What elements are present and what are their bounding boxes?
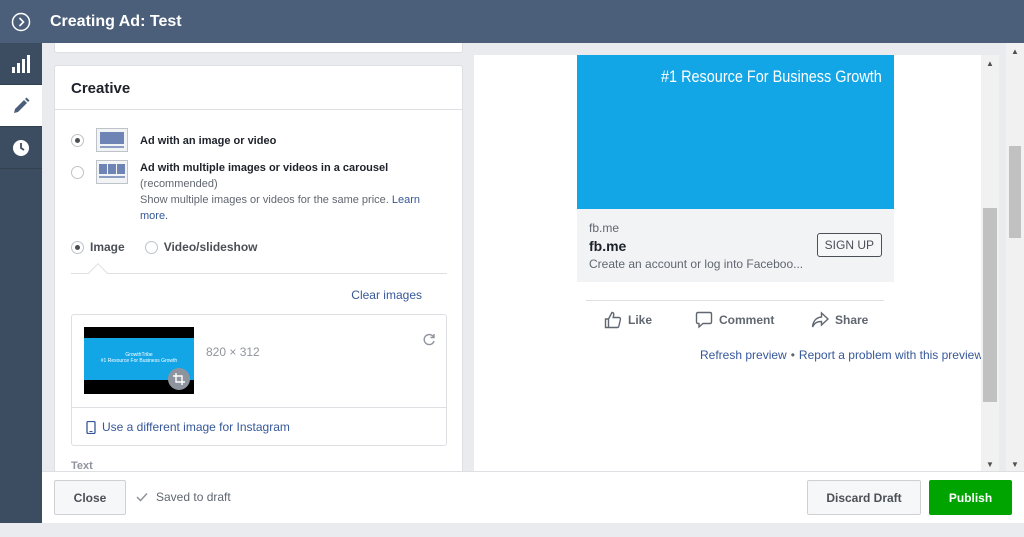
option-carousel-recommended: (recommended) bbox=[140, 178, 218, 190]
ad-preview-area: #1 Resource For Business Growth fb.me fb… bbox=[474, 55, 983, 471]
phone-icon bbox=[86, 420, 96, 434]
instagram-image-link[interactable]: Use a different image for Instagram bbox=[72, 407, 446, 446]
creative-heading: Creative bbox=[55, 66, 462, 110]
thumbs-up-icon bbox=[604, 311, 622, 329]
radio-video[interactable] bbox=[144, 240, 158, 254]
crop-icon[interactable] bbox=[168, 368, 190, 390]
report-problem-link[interactable]: Report a problem with this preview bbox=[799, 348, 983, 362]
ad-hero-image: #1 Resource For Business Growth bbox=[577, 55, 894, 209]
ad-preview: #1 Resource For Business Growth fb.me fb… bbox=[577, 55, 894, 282]
close-button[interactable]: Close bbox=[54, 480, 126, 515]
share-button[interactable]: Share bbox=[811, 311, 868, 329]
actions-divider bbox=[586, 300, 884, 301]
refresh-preview-link[interactable]: Refresh preview bbox=[700, 348, 787, 362]
option-single-label: Ad with an image or video bbox=[140, 135, 277, 147]
save-status-label: Saved to draft bbox=[156, 490, 231, 504]
sign-up-button[interactable]: SIGN UP bbox=[816, 233, 882, 257]
nav-stats[interactable] bbox=[0, 43, 42, 85]
format-selector: Image Video/slideshow bbox=[71, 240, 278, 254]
like-button[interactable]: Like bbox=[604, 311, 652, 329]
bar-chart-icon bbox=[12, 54, 30, 73]
left-nav bbox=[0, 43, 42, 537]
comment-icon bbox=[695, 311, 713, 329]
comment-label: Comment bbox=[719, 313, 775, 327]
bottom-strip bbox=[0, 523, 1024, 537]
format-video-label: Video/slideshow bbox=[163, 240, 258, 254]
preview-scroll-thumb[interactable] bbox=[983, 208, 997, 402]
footer-bar: Close Saved to draft Discard Draft Publi… bbox=[42, 471, 1024, 523]
option-carousel[interactable]: Ad with multiple images or videos in a c… bbox=[71, 160, 440, 224]
page-scrollbar[interactable]: ▲ ▼ bbox=[1006, 43, 1024, 471]
previous-panel bbox=[54, 43, 463, 53]
ad-link-info[interactable]: fb.me fb.me Create an account or log int… bbox=[577, 209, 894, 282]
clock-icon bbox=[13, 139, 29, 156]
nav-edit[interactable] bbox=[0, 85, 42, 127]
page-scroll-down-icon[interactable]: ▼ bbox=[1011, 460, 1019, 469]
scroll-up-icon[interactable]: ▲ bbox=[986, 59, 994, 68]
format-divider bbox=[71, 273, 447, 274]
share-label: Share bbox=[835, 313, 869, 327]
radio-single[interactable] bbox=[71, 134, 84, 147]
image-dimensions: 820 × 312 bbox=[206, 345, 260, 359]
publish-button[interactable]: Publish bbox=[929, 480, 1012, 515]
preview-links: Refresh preview • Report a problem with th… bbox=[700, 348, 983, 362]
share-icon bbox=[811, 311, 829, 328]
thumb-tagline: #1 Resource For Business Growth bbox=[100, 358, 178, 364]
pencil-icon bbox=[14, 97, 30, 113]
image-thumbnail[interactable]: GrowthTribe #1 Resource For Business Grow… bbox=[84, 327, 194, 394]
creative-panel: Creative Ad with an image or video Ad wi… bbox=[54, 65, 463, 471]
save-status: Saved to draft bbox=[136, 490, 231, 504]
nav-history[interactable] bbox=[0, 127, 42, 169]
radio-carousel[interactable] bbox=[71, 166, 84, 179]
top-bar: Creating Ad: Test bbox=[0, 0, 1024, 43]
discard-draft-button[interactable]: Discard Draft bbox=[807, 480, 921, 515]
scroll-down-icon[interactable]: ▼ bbox=[986, 460, 994, 469]
radio-image[interactable] bbox=[71, 240, 84, 254]
main-content: Creative Ad with an image or video Ad wi… bbox=[42, 43, 1024, 471]
option-carousel-label: Ad with multiple images or videos in a c… bbox=[140, 162, 389, 174]
ad-tagline: #1 Resource For Business Growth bbox=[661, 67, 882, 86]
ad-description: Create an account or log into Faceboo... bbox=[589, 257, 804, 271]
page-scroll-up-icon[interactable]: ▲ bbox=[1011, 47, 1019, 56]
format-image-label: Image bbox=[90, 240, 125, 254]
replace-image-icon[interactable] bbox=[422, 333, 436, 350]
clear-images-link[interactable]: Clear images bbox=[351, 288, 422, 302]
format-notch bbox=[88, 263, 108, 283]
checkmark-icon bbox=[136, 492, 148, 502]
page-scroll-thumb[interactable] bbox=[1009, 146, 1021, 238]
page-title: Creating Ad: Test bbox=[50, 12, 182, 30]
carousel-icon bbox=[96, 160, 128, 184]
option-single-image[interactable]: Ad with an image or video bbox=[71, 128, 276, 152]
comment-button[interactable]: Comment bbox=[695, 311, 774, 329]
instagram-image-label: Use a different image for Instagram bbox=[102, 420, 290, 434]
single-image-icon bbox=[96, 128, 128, 152]
image-box: GrowthTribe #1 Resource For Business Grow… bbox=[71, 314, 447, 446]
option-carousel-description: Show multiple images or videos for the s… bbox=[140, 194, 389, 206]
expand-icon[interactable] bbox=[0, 0, 42, 43]
text-section-label: Text bbox=[71, 460, 93, 471]
preview-scrollbar[interactable]: ▲ ▼ bbox=[981, 55, 999, 471]
link-separator: • bbox=[790, 348, 795, 362]
like-label: Like bbox=[628, 313, 653, 327]
